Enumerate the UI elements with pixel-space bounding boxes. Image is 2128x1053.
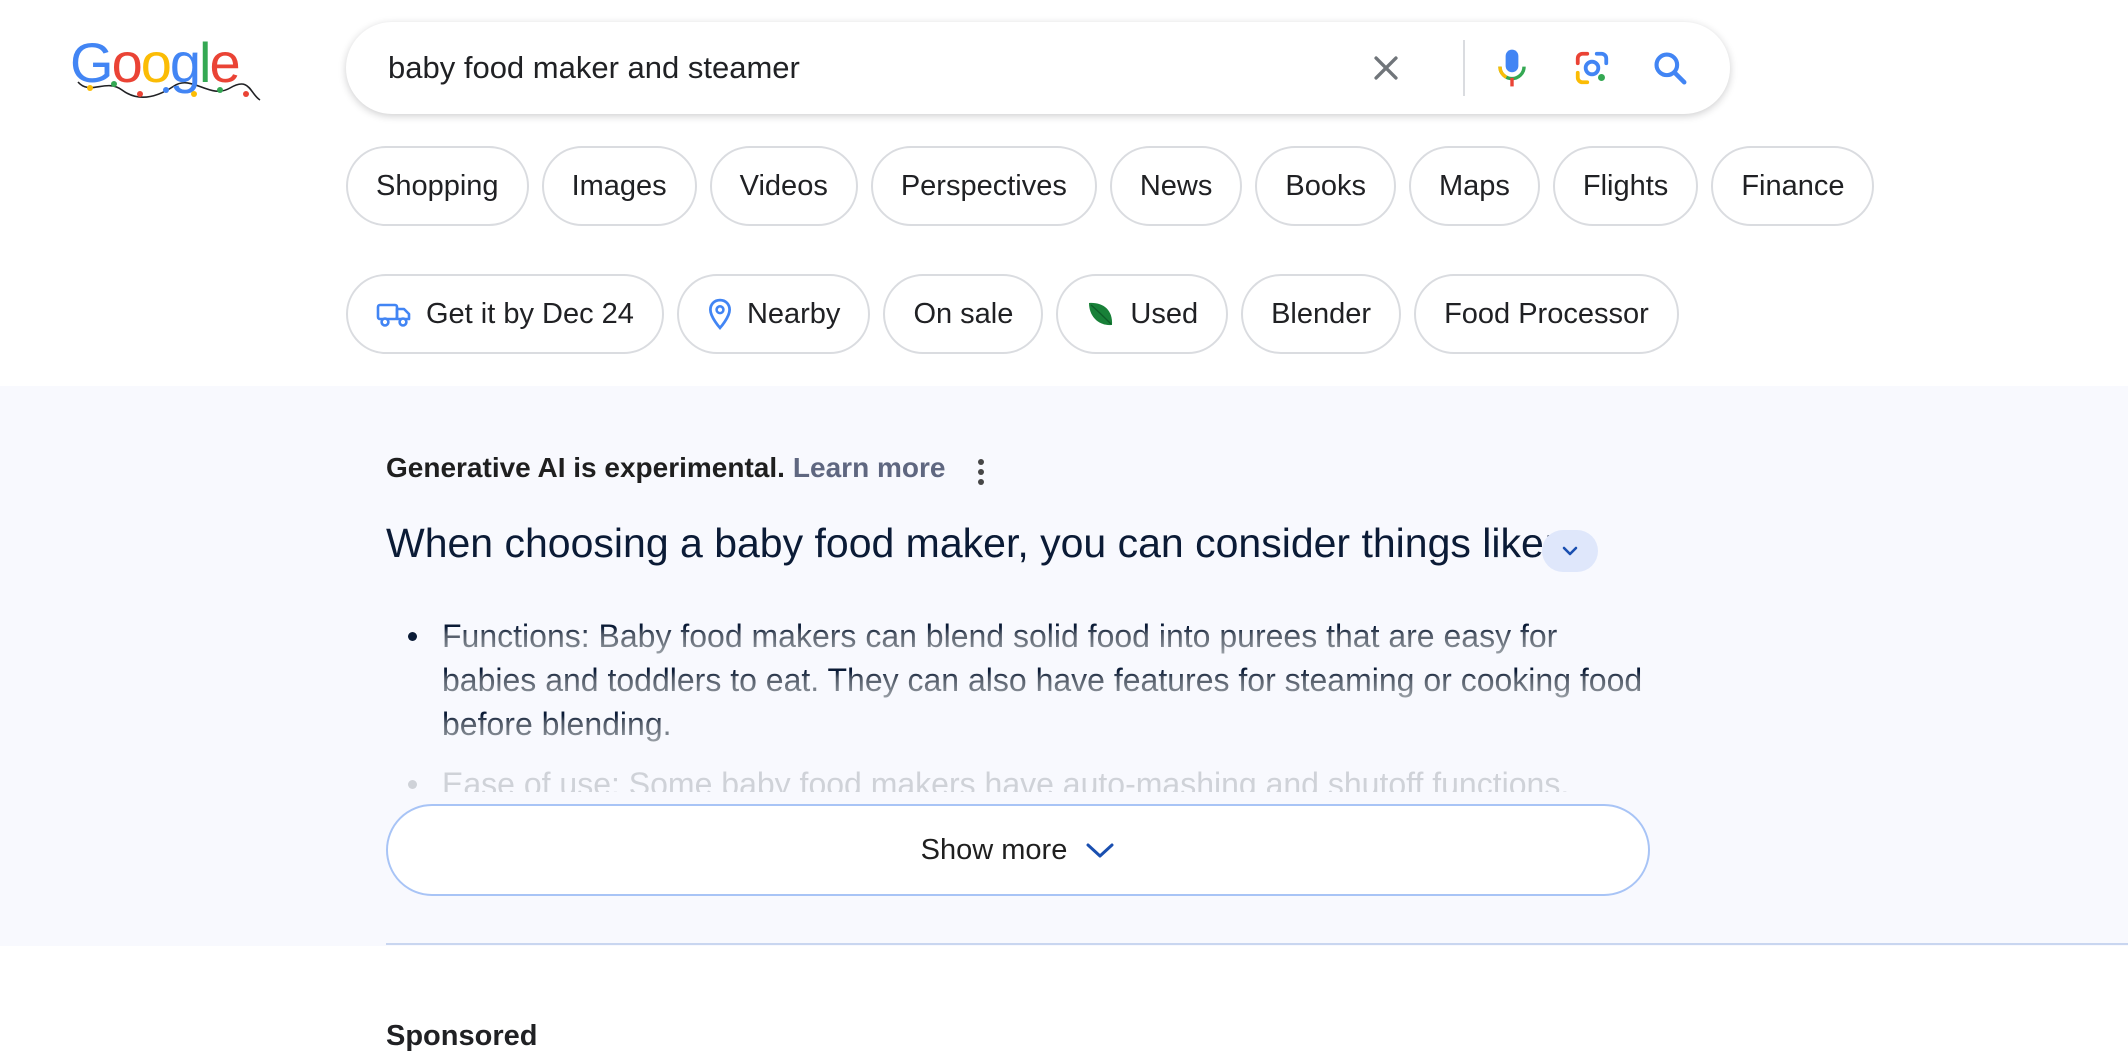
ai-heading: When choosing a baby food maker, you can…: [386, 520, 1556, 566]
tab-label: Books: [1285, 169, 1366, 202]
chevron-down-icon: [1562, 546, 1578, 556]
clear-search-button[interactable]: [1358, 40, 1414, 96]
voice-search-button[interactable]: [1484, 40, 1540, 96]
filter-nearby[interactable]: Nearby: [676, 274, 871, 354]
list-item: Functions: Baby food makers can blend so…: [386, 614, 1646, 746]
tab-images[interactable]: Images: [541, 146, 697, 226]
search-icon: [1654, 52, 1687, 85]
tab-maps[interactable]: Maps: [1408, 146, 1540, 226]
list-item-text: Functions: Baby food makers can blend so…: [442, 618, 1643, 742]
more-vert-icon: [978, 459, 984, 485]
filter-on-sale[interactable]: On sale: [883, 274, 1044, 354]
list-item-text: Ease of use: Some baby food makers have …: [442, 766, 1570, 792]
header: Google baby food maker and steamer Shopp…: [0, 0, 2128, 386]
search-input[interactable]: [388, 22, 1288, 114]
search-tabs: Shopping Images Videos Perspectives News…: [346, 146, 1875, 226]
show-more-button[interactable]: Show more: [386, 804, 1650, 896]
list-item: Ease of use: Some baby food makers have …: [386, 762, 1646, 792]
filter-food-processor[interactable]: Food Processor: [1414, 274, 1679, 354]
search-box: [346, 22, 1730, 114]
search-button[interactable]: [1642, 40, 1698, 96]
filter-chips: Get it by Dec 24 Nearby On sale Used Ble…: [346, 274, 1679, 354]
tab-label: Videos: [739, 169, 828, 202]
tab-label: Finance: [1741, 169, 1845, 202]
tab-label: Shopping: [376, 169, 499, 202]
tab-videos[interactable]: Videos: [709, 146, 858, 226]
delivery-truck-icon: [376, 300, 412, 328]
tab-news[interactable]: News: [1109, 146, 1243, 226]
tab-label: Images: [571, 169, 667, 202]
searchbox-divider: [1463, 40, 1465, 96]
location-pin-icon: [707, 298, 733, 330]
expand-heading-button[interactable]: [1542, 530, 1598, 572]
learn-more-link[interactable]: Learn more: [793, 452, 946, 483]
tab-label: Flights: [1582, 169, 1669, 202]
filter-label: Blender: [1271, 297, 1372, 330]
microphone-icon: [1498, 49, 1526, 87]
leaf-icon: [1086, 299, 1116, 329]
show-more-label: Show more: [920, 833, 1068, 866]
filter-label: Nearby: [746, 297, 841, 330]
google-lens-icon: [1575, 51, 1609, 85]
search-by-image-button[interactable]: [1564, 40, 1620, 96]
tab-books[interactable]: Books: [1255, 146, 1396, 226]
tab-flights[interactable]: Flights: [1552, 146, 1699, 226]
filter-label: Get it by Dec 24: [426, 297, 634, 330]
filter-label: On sale: [913, 297, 1014, 330]
filter-blender[interactable]: Blender: [1241, 274, 1402, 354]
ai-disclaimer-text: Generative AI is experimental.: [386, 452, 785, 483]
filter-label: Food Processor: [1444, 297, 1649, 330]
section-divider: [386, 943, 2128, 945]
tab-shopping[interactable]: Shopping: [346, 146, 529, 226]
tab-perspectives[interactable]: Perspectives: [870, 146, 1097, 226]
tab-label: Perspectives: [900, 169, 1067, 202]
chevron-down-icon: [1086, 843, 1114, 858]
more-options-button[interactable]: [966, 452, 996, 492]
google-logo[interactable]: Google: [70, 34, 262, 108]
filter-get-it-by[interactable]: Get it by Dec 24: [346, 274, 664, 354]
tab-label: Maps: [1438, 169, 1510, 202]
ai-disclaimer: Generative AI is experimental. Learn more: [386, 452, 945, 484]
close-icon: [1374, 56, 1398, 80]
tab-finance[interactable]: Finance: [1711, 146, 1875, 226]
filter-used[interactable]: Used: [1056, 274, 1229, 354]
ai-bullet-list: Functions: Baby food makers can blend so…: [386, 614, 1646, 792]
sponsored-label: Sponsored: [386, 1020, 538, 1052]
filter-label: Used: [1130, 297, 1199, 330]
tab-label: News: [1139, 169, 1213, 202]
svg-text:Google: Google: [70, 34, 239, 94]
